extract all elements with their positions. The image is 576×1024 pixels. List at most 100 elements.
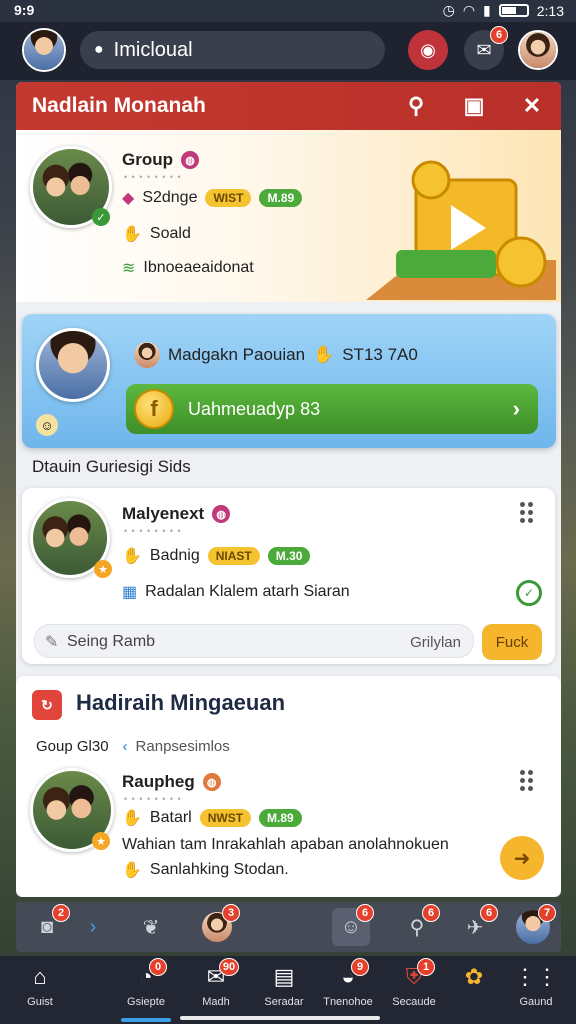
document-icon: ▤ [273,964,295,989]
card2-go-button[interactable]: ➜ [500,836,544,880]
home-indicator[interactable] [180,1016,380,1020]
promo-button-label: Uahmeuadyp 83 [188,398,321,419]
mail-icon: ✉ 90 [201,958,239,992]
key-icon[interactable]: ⚲ [402,92,430,120]
card2-link[interactable]: Ranpsesimlos [136,738,230,755]
nav-mail-badge: 90 [219,958,239,976]
bottom-nav: ⌂ Guist ◔ 0 Gsiepte ✉ 90 Madh ▤ Seradar ◒ 9 Tnen… [0,956,576,1024]
nav-mail[interactable]: ✉ 90 Madh [184,958,248,1008]
nav-active-indicator [121,1018,171,1022]
nav-explore[interactable]: ◔ 0 Gsiepte [114,958,178,1008]
home-icon: ⌂ [33,964,47,989]
promo-title: Madgakn Paouian [168,345,306,364]
dock-bar: ◙ 2 › ❦ 3 ☺ 6 ⚲ 6 ✈ 6 7 [16,902,561,952]
dock-search[interactable]: ⚲ 6 [398,904,440,946]
compass-icon: ◔ 0 [131,958,167,992]
group-label: Group [122,150,173,169]
main-panel: Nadlain Monanah ⚲ ▣ ✕ ✓ Group ◍ • • • • … [16,82,561,897]
record-button[interactable]: ◉ [408,30,448,70]
dock-badge-5: 6 [480,904,498,922]
card1-row-2: ▦ Radalan Klalem atarh Siaran [122,582,350,602]
camera-icon: ◙ [40,915,54,938]
nav-docs-label: Seradar [264,996,304,1008]
card2-group-text: Goup Gl30 [36,738,109,755]
hero-row-2-text: Soald [149,225,191,242]
dock-person[interactable]: ☺ 6 [332,904,374,946]
nav-docs[interactable]: ▤ Seradar [252,962,316,1008]
card2-row-3: ✋ Sanlahking Stodan. [122,860,289,880]
signal-icon: ▮ [483,2,491,18]
dock-camera[interactable]: ◙ 2 [28,904,70,946]
gift-icon[interactable]: ▣ [460,92,488,120]
dock-plant[interactable]: ❦ [132,908,170,946]
card1-check-icon[interactable]: ✓ [516,580,542,606]
card1-name-row: Malyenext ◍ [122,504,231,524]
status-icons: ◷ ◠ ▮ 2:13 [443,2,564,19]
nav-explore-label: Gsiepte [127,996,165,1008]
close-icon[interactable]: ✕ [518,92,546,120]
arrow-right-icon: › [89,915,97,938]
card2-row-1: ✋ Batarl NWST M.89 [122,808,302,828]
dock-avatar[interactable]: 3 [198,904,240,946]
search-bar[interactable]: ● Imicloual [80,31,385,69]
nav-mail-label: Madh [202,996,230,1008]
nav-shield-badge: 1 [417,958,435,976]
card2-name: Raupheg [122,772,195,791]
card1-input[interactable]: ✎ Seing Ramb Grilylan [34,624,474,658]
hero-row-1: ◆ S2dnge WIST M.89 [122,188,303,208]
nav-bulb[interactable]: ✿ [442,962,506,996]
dock-pin[interactable]: ✈ 6 [456,904,498,946]
section-label: Dtauin Guriesigi Sids [32,457,191,476]
group-card-2[interactable]: ↻ Hadiraih Mingaeuan Goup Gl30 ‹ Ranpses… [16,676,561,897]
calendar-icon: ▦ [122,584,138,601]
chevron-right-icon: › [512,396,520,421]
hero-row-3-text: Ibnoeaeaidonat [143,259,254,276]
card2-title: Hadiraih Mingaeuan [76,690,286,715]
card1-name: Malyenext [122,504,205,523]
record-icon: ◉ [420,39,436,60]
group-hero: ✓ Group ◍ • • • • • • • • ◆ S2dnge WIST … [16,130,561,302]
battery-icon [498,4,529,17]
hand-icon: ✋ [122,226,142,243]
card1-action-button[interactable]: Fuck [482,624,542,660]
group-card-1[interactable]: ★ Malyenext ◍ • • • • • • • • ✋ Badnig N… [22,488,555,664]
nav-shield[interactable]: ⛨ 1 Secaude [382,958,446,1008]
dock-badge-4: 6 [422,904,440,922]
verified-icon: ✓ [92,208,110,226]
nav-chat[interactable]: ◒ 9 Tnenohoe [316,958,380,1008]
wave-icon: ≋ [122,260,136,277]
dock-profile[interactable]: 7 [514,904,556,946]
card2-hand-icon: ✋ [122,810,142,827]
card1-input-right: Grilylan [410,634,461,651]
nav-home[interactable]: ⌂ Guist [8,962,72,1008]
notification-badge: 6 [490,26,508,44]
card2-subtext: • • • • • • • • [124,794,182,804]
treasure-illustration [366,160,556,300]
card1-row-1: ✋ Badnig NIAST M.30 [122,546,311,566]
chat-icon: ◒ 9 [333,958,369,992]
promo-amount: ST13 7A0 [342,345,418,364]
profile-avatar[interactable] [22,28,66,72]
dock-arrow[interactable]: › [74,908,112,946]
promo-card: ☺ Madgakn Paouian ✋ ST13 7A0 f Uahmeuady… [22,314,556,448]
dock-badge-2: 3 [222,904,240,922]
promo-mini-avatar [134,342,160,368]
card1-input-text: Seing Ramb [67,633,156,650]
promo-action-button[interactable]: f Uahmeuadyp 83 › [126,384,538,434]
nav-chat-badge: 9 [351,958,369,976]
card1-badge-icon: ◍ [212,505,231,523]
card2-menu-icon[interactable] [520,770,534,791]
card2-logo-icon: ↻ [32,690,62,720]
friend-avatar[interactable] [518,30,558,70]
card2-star-icon: ★ [92,832,110,850]
card2-name-row: Raupheg ◍ [122,772,221,792]
notifications-button[interactable]: ✉ 6 [464,26,508,70]
wifi-icon: ◠ [462,2,476,18]
nav-grid-label: Gaund [519,996,553,1008]
panel-title: Nadlain Monanah [32,94,206,117]
panel-header: Nadlain Monanah ⚲ ▣ ✕ [16,82,561,130]
card2-hand-icon-2: ✋ [122,862,142,879]
nav-grid[interactable]: ⋮⋮ Gaund [504,962,568,1008]
card1-menu-icon[interactable] [520,502,534,523]
status-time: 9:9 [14,2,35,18]
